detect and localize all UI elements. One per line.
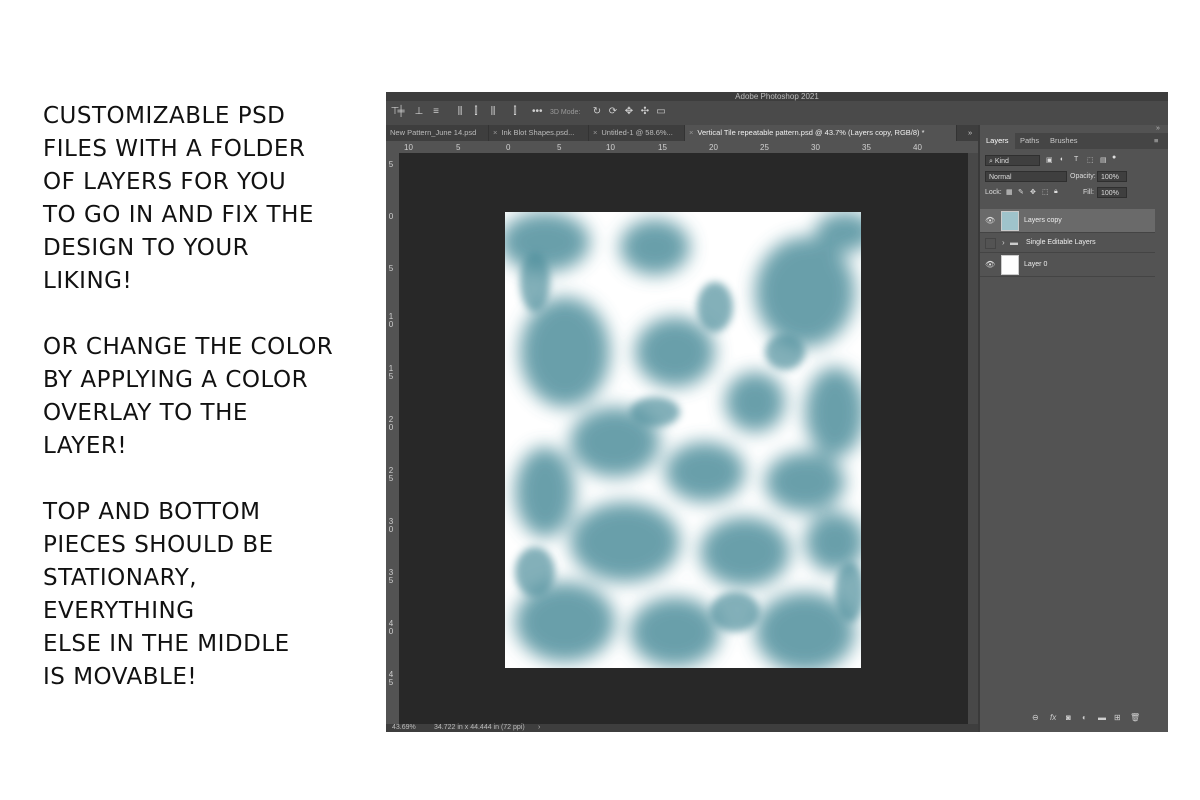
fill-label: Fill:: [1083, 189, 1094, 196]
filter-kind-select[interactable]: ⌕ Kind: [985, 155, 1040, 166]
close-icon[interactable]: ×: [493, 128, 497, 137]
layer-thumbnail: [1001, 255, 1019, 275]
more-options-icon[interactable]: •••: [532, 107, 543, 117]
filter-pixel-icon[interactable]: ▣: [1046, 156, 1053, 164]
promo-paragraph-1: CUSTOMIZABLE PSD FILES WITH A FOLDER OF …: [43, 103, 314, 294]
filter-type-icon[interactable]: T: [1074, 156, 1078, 163]
align-vertical-center-icon[interactable]: ╪: [396, 107, 406, 117]
distribute-center-icon[interactable]: ⫿: [471, 107, 481, 117]
lock-all-icon[interactable]: 🔒︎: [1054, 188, 1058, 196]
collapse-panel-icon[interactable]: »: [1156, 125, 1160, 132]
eye-icon[interactable]: 👁︎: [985, 216, 995, 226]
align-right-icon[interactable]: ⫿: [510, 107, 520, 117]
tab-untitled-1[interactable]: × Untitled-1 @ 58.6%...: [589, 125, 685, 141]
layers-panel: » Layers Paths Brushes ≡ ⌕ Kind ▣ ◐ T ⬚ …: [980, 125, 1168, 732]
lock-transparent-icon[interactable]: ▦: [1006, 188, 1013, 196]
fx-icon[interactable]: fx: [1050, 713, 1056, 722]
promo-text: CUSTOMIZABLE PSD FILES WITH A FOLDER OF …: [43, 100, 373, 727]
3d-slide-icon[interactable]: ✣: [640, 107, 650, 117]
panel-tabs: Layers Paths Brushes ≡: [980, 133, 1168, 149]
lock-row: Lock: ▦ ✎ ✥ ⬚ 🔒︎ Fill: 100%: [980, 186, 1168, 200]
layer-thumbnail: [1001, 211, 1019, 231]
3d-rotate-icon[interactable]: ↻: [592, 107, 602, 117]
lock-image-icon[interactable]: ✎: [1018, 188, 1024, 196]
panel-menu-icon[interactable]: ≡: [1148, 133, 1164, 149]
trash-icon[interactable]: 🗑︎: [1130, 713, 1140, 722]
promo-paragraph-3: TOP AND BOTTOM PIECES SHOULD BE STATIONA…: [43, 499, 290, 690]
layer-row-layers-copy[interactable]: 👁︎ Layers copy: [980, 209, 1155, 233]
blend-row: Normal Opacity: 100%: [980, 170, 1168, 184]
visibility-toggle[interactable]: [985, 238, 996, 249]
opacity-field[interactable]: 100%: [1097, 171, 1127, 182]
more-tabs-icon[interactable]: »: [964, 125, 978, 141]
3d-roll-icon[interactable]: ⟳: [608, 107, 618, 117]
canvas-area[interactable]: [399, 153, 968, 724]
document-tabs: New Pattern_June 14.psd × Ink Blot Shapes…: [386, 125, 978, 141]
window-title: Adobe Photoshop 2021: [386, 92, 1168, 101]
distribute-right-icon[interactable]: ⫼: [488, 107, 498, 117]
opacity-label: Opacity:: [1070, 173, 1096, 180]
tie-dye-pattern: [505, 212, 861, 668]
tab-paths[interactable]: Paths: [1014, 133, 1045, 149]
new-layer-icon[interactable]: ⊞: [1114, 713, 1121, 722]
filter-smart-object-icon[interactable]: ▤: [1100, 156, 1107, 164]
3d-pan-icon[interactable]: ✥: [624, 107, 634, 117]
link-icon[interactable]: ⊖: [1032, 713, 1039, 722]
tab-layers[interactable]: Layers: [980, 133, 1015, 149]
layer-name: Single Editable Layers: [1026, 239, 1096, 246]
filter-shape-icon[interactable]: ⬚: [1087, 156, 1094, 164]
vertical-scrollbar[interactable]: [968, 153, 978, 724]
close-icon[interactable]: ×: [593, 128, 597, 137]
adjustment-icon[interactable]: ◐: [1082, 713, 1087, 722]
distribute-icon[interactable]: ⫼: [455, 107, 465, 117]
align-left-icon[interactable]: ≡: [431, 107, 441, 117]
photoshop-window: Adobe Photoshop 2021 ⊤ ╪ ⊥ ≡ ⫼ ⫿ ⫼ ⫿ •••…: [386, 92, 1168, 732]
mask-icon[interactable]: ◙: [1066, 713, 1071, 722]
layer-name: Layer 0: [1024, 261, 1048, 268]
eye-icon[interactable]: 👁︎: [985, 260, 995, 270]
3d-camera-icon[interactable]: ▭: [656, 107, 666, 117]
align-bottom-icon[interactable]: ⊥: [414, 107, 424, 117]
document-canvas[interactable]: [505, 212, 861, 668]
options-bar: ⊤ ╪ ⊥ ≡ ⫼ ⫿ ⫼ ⫿ ••• 3D Mode: ↻ ⟳ ✥ ✣ ▭: [386, 101, 1168, 126]
3d-mode-label: 3D Mode:: [550, 109, 581, 116]
layer-row-single-editable-layers[interactable]: › ▬ Single Editable Layers: [980, 233, 1155, 253]
lock-artboard-icon[interactable]: ⬚: [1042, 188, 1049, 196]
fill-field[interactable]: 100%: [1097, 187, 1127, 198]
zoom-level[interactable]: 43.69%: [392, 724, 416, 732]
folder-icon[interactable]: ▬: [1098, 713, 1106, 722]
filter-adjustment-icon[interactable]: ◐: [1060, 156, 1064, 163]
tab-ink-blot-shapes[interactable]: × Ink Blot Shapes.psd...: [489, 125, 589, 141]
ruler-vertical: 5 0 5 1 0 1 5 2 0 2 5 3 0 3 5 4 0 4 5: [386, 153, 400, 725]
blend-mode-select[interactable]: Normal: [985, 171, 1067, 182]
tab-vertical-tile[interactable]: × Vertical Tile repeatable pattern.psd @ …: [685, 125, 957, 141]
status-menu-icon[interactable]: ›: [538, 724, 540, 732]
document-size: 34.722 in x 44.444 in (72 ppi): [434, 724, 525, 731]
layer-name: Layers copy: [1024, 217, 1062, 224]
layer-filter-row: ⌕ Kind ▣ ◐ T ⬚ ▤ ●: [980, 154, 1168, 168]
folder-icon: ▬: [1010, 238, 1018, 247]
tab-new-pattern[interactable]: New Pattern_June 14.psd: [386, 125, 489, 141]
tab-brushes[interactable]: Brushes: [1044, 133, 1084, 149]
lock-position-icon[interactable]: ✥: [1030, 188, 1036, 196]
status-bar: 43.69% 34.722 in x 44.444 in (72 ppi) ›: [386, 724, 978, 732]
lock-label: Lock:: [985, 189, 1002, 196]
layer-row-layer-0[interactable]: 👁︎ Layer 0: [980, 253, 1155, 277]
chevron-right-icon[interactable]: ›: [1002, 238, 1005, 247]
close-icon[interactable]: ×: [689, 128, 693, 137]
promo-paragraph-2: OR CHANGE THE COLOR BY APPLYING A COLOR …: [43, 334, 334, 459]
layers-panel-footer: ⊖ fx ◙ ◐ ▬ ⊞ 🗑︎: [980, 710, 1168, 726]
filter-toggle-icon[interactable]: ●: [1112, 154, 1116, 161]
